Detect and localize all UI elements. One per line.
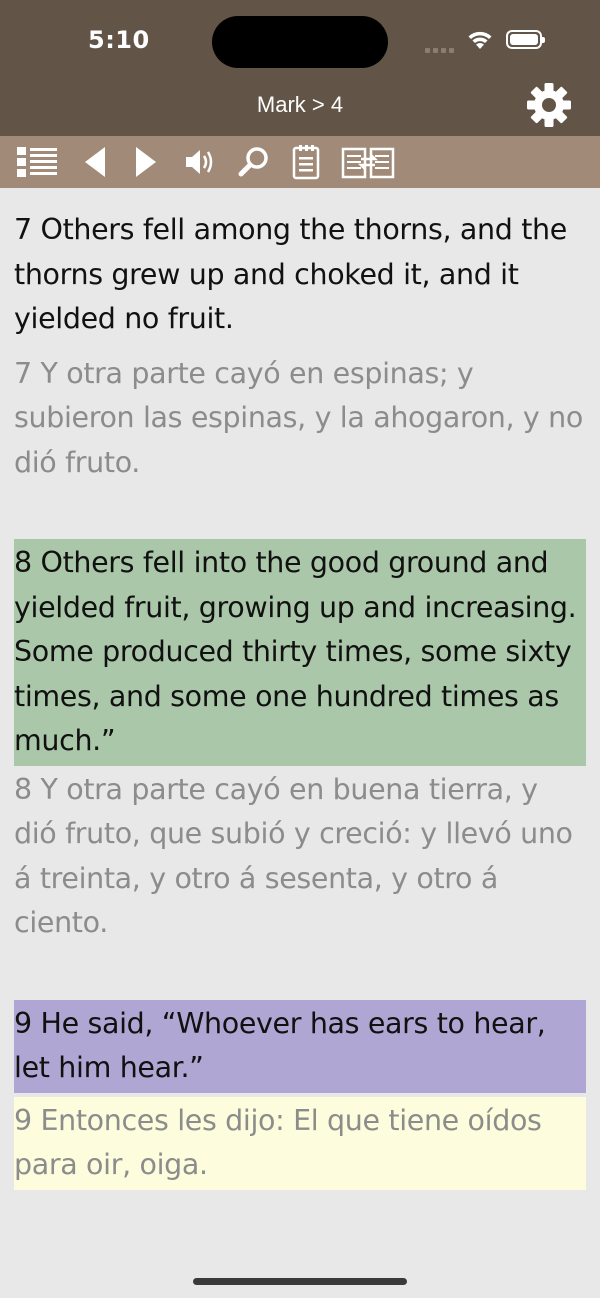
list-icon[interactable] [14, 142, 60, 182]
forward-triangle-icon[interactable] [130, 142, 162, 182]
header-bar: 5:10 Mark > 4 [0, 0, 600, 136]
dynamic-island [212, 16, 388, 68]
verse-8-english[interactable]: 8 Others fell into the good ground and y… [14, 539, 586, 766]
cellular-signal-icon [425, 40, 457, 58]
battery-icon [506, 30, 545, 49]
home-indicator [193, 1278, 407, 1285]
speaker-icon[interactable] [182, 142, 218, 182]
page-title: Mark > 4 [256, 92, 344, 117]
toolbar [0, 136, 600, 188]
settings-gear-icon[interactable] [524, 80, 574, 130]
verse-7-spanish[interactable]: 7 Y otra parte cayó en espinas; y subier… [14, 350, 586, 488]
compare-icon[interactable] [340, 142, 396, 182]
verse-9-spanish[interactable]: 9 Entonces les dijo: El que tiene oídos … [14, 1096, 586, 1190]
verse-8-spanish[interactable]: 8 Y otra parte cayó en buena tierra, y d… [14, 766, 586, 948]
status-time: 5:10 [88, 26, 150, 54]
verse-content: 7 Others fell among the thorns, and the … [14, 206, 586, 1190]
back-triangle-icon[interactable] [78, 142, 110, 182]
verse-9-english[interactable]: 9 He said, “Whoever has ears to hear, le… [14, 999, 586, 1093]
notes-icon[interactable] [288, 142, 324, 182]
wifi-icon [466, 29, 494, 56]
search-icon[interactable] [236, 142, 272, 182]
verse-7-english[interactable]: 7 Others fell among the thorns, and the … [14, 206, 586, 344]
